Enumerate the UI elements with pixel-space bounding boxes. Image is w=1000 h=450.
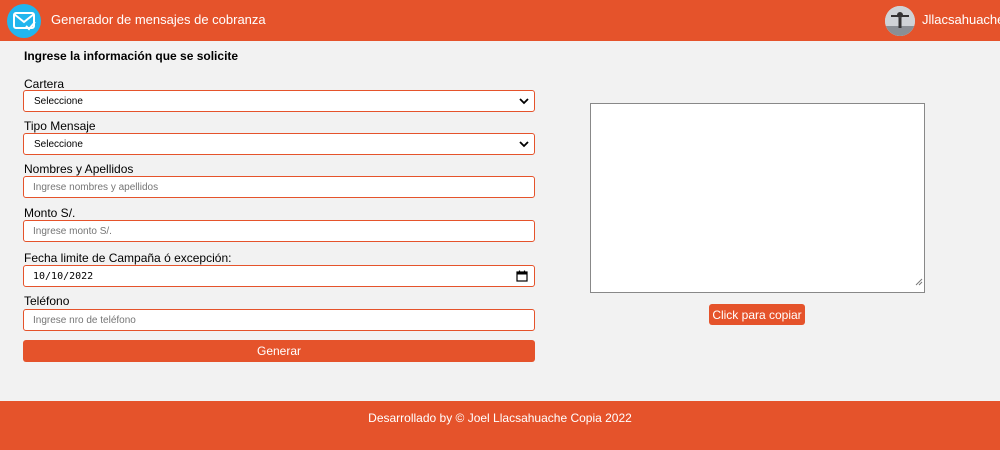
- nombres-placeholder: Ingrese nombres y apellidos: [33, 181, 159, 193]
- generate-button[interactable]: Generar: [23, 340, 535, 362]
- monto-placeholder: Ingrese monto S/.: [33, 225, 112, 237]
- resize-grip-icon[interactable]: [915, 273, 923, 291]
- nombres-input[interactable]: Ingrese nombres y apellidos: [23, 176, 535, 198]
- avatar[interactable]: [885, 6, 915, 36]
- mail-check-icon[interactable]: [7, 4, 41, 38]
- telefono-label: Teléfono: [24, 294, 70, 308]
- calendar-icon[interactable]: [516, 270, 528, 285]
- telefono-input[interactable]: Ingrese nro de teléfono: [23, 309, 535, 331]
- cartera-select-value: Seleccione: [34, 95, 83, 107]
- nombres-label: Nombres y Apellidos: [24, 162, 134, 176]
- fecha-label: Fecha limite de Campaña ó excepción:: [24, 251, 232, 265]
- copy-button[interactable]: Click para copiar: [709, 304, 805, 325]
- top-navbar: Generador de mensajes de cobranza Jllacs…: [0, 0, 1000, 41]
- tipo-mensaje-select-value: Seleccione: [34, 138, 83, 150]
- app-title: Generador de mensajes de cobranza: [51, 12, 266, 27]
- fecha-value: 10/10/2022: [33, 270, 94, 282]
- footer-text: Desarrollado by © Joel Llacsahuache Copi…: [368, 411, 632, 425]
- monto-input[interactable]: Ingrese monto S/.: [23, 220, 535, 242]
- telefono-placeholder: Ingrese nro de teléfono: [33, 314, 136, 326]
- footer: Desarrollado by © Joel Llacsahuache Copi…: [0, 401, 1000, 450]
- form-heading: Ingrese la información que se solicite: [24, 49, 239, 63]
- fecha-input[interactable]: 10/10/2022: [23, 265, 535, 287]
- monto-label: Monto S/.: [24, 206, 76, 220]
- chevron-down-icon: [519, 139, 529, 152]
- cartera-select[interactable]: Seleccione: [23, 90, 535, 112]
- cartera-label: Cartera: [24, 77, 65, 91]
- chevron-down-icon: [519, 96, 529, 109]
- username[interactable]: Jllacsahuache: [922, 12, 1000, 27]
- tipo-mensaje-label: Tipo Mensaje: [24, 119, 96, 133]
- message-textarea[interactable]: [590, 103, 925, 293]
- tipo-mensaje-select[interactable]: Seleccione: [23, 133, 535, 155]
